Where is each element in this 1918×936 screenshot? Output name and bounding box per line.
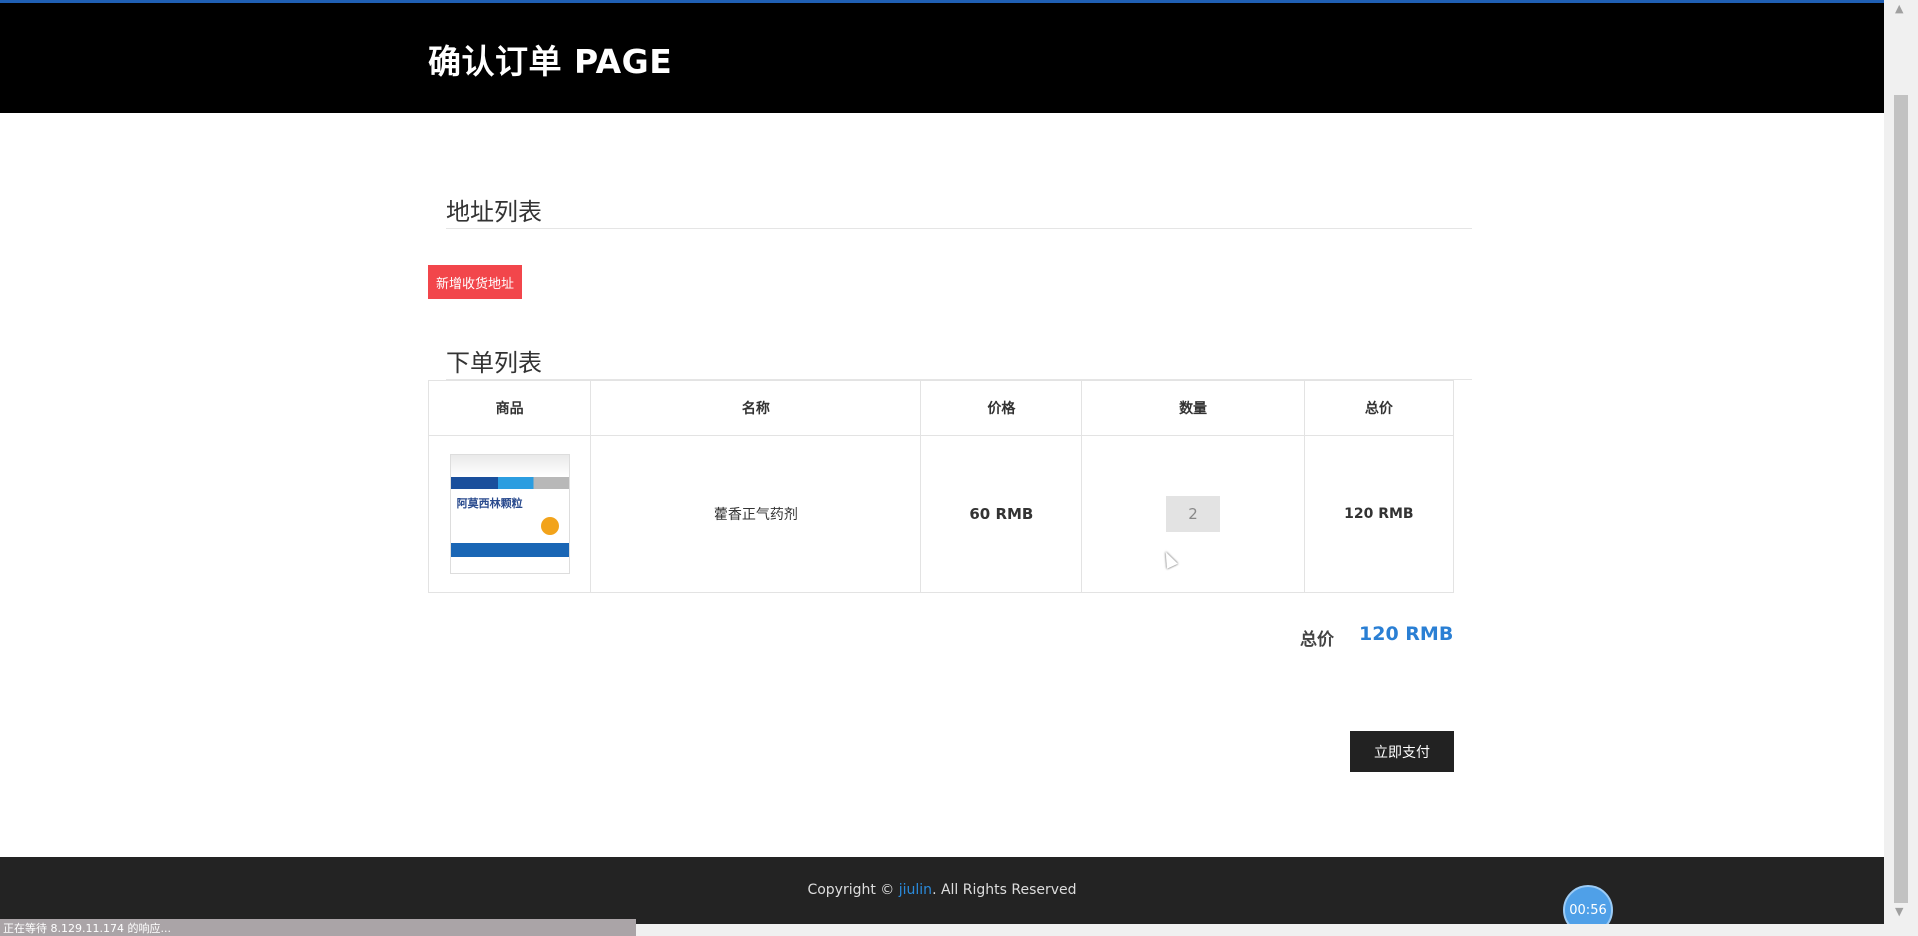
divider [446, 228, 1472, 229]
column-header-name: 名称 [590, 380, 922, 436]
column-header-product: 商品 [427, 380, 592, 436]
quantity-cell: 2 [1081, 435, 1305, 593]
table-row: 阿莫西林颗粒 藿香正气药剂 60 RMB 2 120 RMB [427, 435, 1455, 593]
package-label: 阿莫西林颗粒 [456, 497, 523, 510]
copyright-suffix: . All Rights Reserved [932, 882, 1077, 898]
product-price: 60 RMB [920, 435, 1083, 593]
add-address-button[interactable]: 新增收货地址 [428, 265, 522, 299]
brand-link[interactable]: jiulin [899, 882, 932, 898]
table-header-row: 商品 名称 价格 数量 总价 [427, 380, 1455, 436]
summary-label: 总价 [1300, 630, 1334, 650]
page-header: 确认订单 PAGE [0, 3, 1884, 113]
product-image-cell: 阿莫西林颗粒 [427, 435, 592, 593]
pay-now-button[interactable]: 立即支付 [1350, 731, 1454, 772]
status-text: 正在等待 8.129.11.174 的响应... [3, 922, 171, 935]
package-logo [540, 517, 559, 535]
browser-status-bar: 正在等待 8.129.11.174 的响应... [0, 919, 636, 936]
product-image[interactable]: 阿莫西林颗粒 [449, 454, 570, 574]
column-header-price: 价格 [920, 380, 1083, 436]
package-bottom-band [450, 543, 569, 557]
address-section-title: 地址列表 [446, 198, 542, 226]
horizontal-scrollbar[interactable] [636, 924, 1884, 936]
product-name: 藿香正气药剂 [590, 435, 922, 593]
copyright-prefix: Copyright © [807, 882, 899, 898]
order-table: 商品 名称 价格 数量 总价 阿莫西林颗粒 藿香正气药剂 60 RMB 2 12… [427, 380, 1455, 593]
row-total: 120 RMB [1303, 435, 1455, 593]
column-header-total: 总价 [1303, 380, 1455, 436]
quantity-field[interactable]: 2 [1166, 496, 1221, 532]
scrollbar-thumb[interactable] [1894, 95, 1908, 903]
scroll-up-arrow-icon[interactable]: ▲ [1895, 2, 1903, 15]
page-title: 确认订单 PAGE [428, 42, 673, 81]
column-header-quantity: 数量 [1081, 380, 1305, 436]
order-section-title: 下单列表 [446, 349, 542, 377]
package-band [450, 477, 569, 489]
scroll-down-arrow-icon[interactable]: ▼ [1895, 905, 1903, 918]
summary-total: 120 RMB [1359, 623, 1454, 645]
vertical-scrollbar[interactable]: ▲ ▼ [1884, 0, 1918, 936]
